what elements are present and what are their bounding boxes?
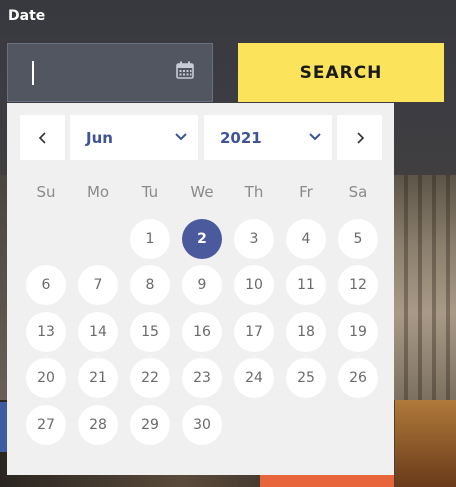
date-input[interactable] <box>7 43 213 102</box>
day-button[interactable]: 23 <box>182 358 222 399</box>
chevron-down-icon <box>175 133 187 141</box>
day-button[interactable]: 10 <box>234 265 274 306</box>
day-button[interactable]: 4 <box>286 219 326 259</box>
text-caret <box>32 61 34 85</box>
day-button[interactable]: 7 <box>78 265 118 306</box>
date-label: Date <box>8 8 46 24</box>
day-button[interactable]: 13 <box>26 311 66 352</box>
day-button[interactable]: 1 <box>130 219 170 259</box>
day-button[interactable]: 20 <box>26 358 66 399</box>
day-button[interactable]: 5 <box>338 219 378 259</box>
background-orange-accent <box>260 475 394 487</box>
day-button[interactable]: 12 <box>338 265 378 306</box>
chevron-down-icon <box>309 133 321 141</box>
datepicker-popup: Jun 2021 Su Mo Tu We Th Fr Sa 1234567891… <box>7 103 394 475</box>
weekday-label: Su <box>36 183 56 201</box>
day-button[interactable]: 17 <box>234 311 274 352</box>
day-button[interactable]: 19 <box>338 311 378 352</box>
search-button[interactable]: SEARCH <box>238 43 444 102</box>
background-building <box>390 175 456 405</box>
day-button[interactable]: 9 <box>182 265 222 306</box>
weekday-label: Fr <box>299 183 313 201</box>
day-button[interactable]: 11 <box>286 265 326 306</box>
empty-day-cell <box>78 219 118 259</box>
day-button[interactable]: 6 <box>26 265 66 306</box>
chevron-left-icon <box>38 131 46 144</box>
day-button[interactable]: 21 <box>78 358 118 399</box>
month-select-value: Jun <box>86 128 113 147</box>
day-button[interactable]: 24 <box>234 358 274 399</box>
day-button[interactable]: 27 <box>26 404 66 445</box>
next-month-button[interactable] <box>337 115 382 160</box>
selected-day-button[interactable]: 2 <box>182 219 222 259</box>
weekday-label: Mo <box>86 183 110 201</box>
day-button[interactable]: 16 <box>182 311 222 352</box>
background-lamp-area <box>395 400 456 487</box>
day-button[interactable]: 8 <box>130 265 170 306</box>
calendar-icon[interactable] <box>176 61 194 79</box>
day-button[interactable]: 29 <box>130 404 170 445</box>
day-button[interactable]: 28 <box>78 404 118 445</box>
day-button[interactable]: 25 <box>286 358 326 399</box>
day-button[interactable]: 26 <box>338 358 378 399</box>
weekday-label: Th <box>244 183 264 201</box>
day-grid: 1 2 3 4 5 6 7 8 9 10 11 12 13 14 15 16 17 18 19 20 21 22 23 24 2… <box>20 219 384 451</box>
year-select-value: 2021 <box>220 128 262 147</box>
day-button[interactable]: 14 <box>78 311 118 352</box>
weekday-label: We <box>190 183 214 201</box>
day-button[interactable]: 30 <box>182 404 222 445</box>
year-select[interactable]: 2021 <box>204 115 332 160</box>
day-button[interactable]: 15 <box>130 311 170 352</box>
day-button[interactable]: 22 <box>130 358 170 399</box>
day-button[interactable]: 18 <box>286 311 326 352</box>
weekday-label: Sa <box>348 183 368 201</box>
prev-month-button[interactable] <box>20 115 65 160</box>
weekday-header-row: Su Mo Tu We Th Fr Sa <box>20 183 382 205</box>
chevron-right-icon <box>356 131 364 144</box>
day-button[interactable]: 3 <box>234 219 274 259</box>
empty-day-cell <box>26 219 66 259</box>
month-select[interactable]: Jun <box>70 115 198 160</box>
weekday-label: Tu <box>141 183 159 201</box>
